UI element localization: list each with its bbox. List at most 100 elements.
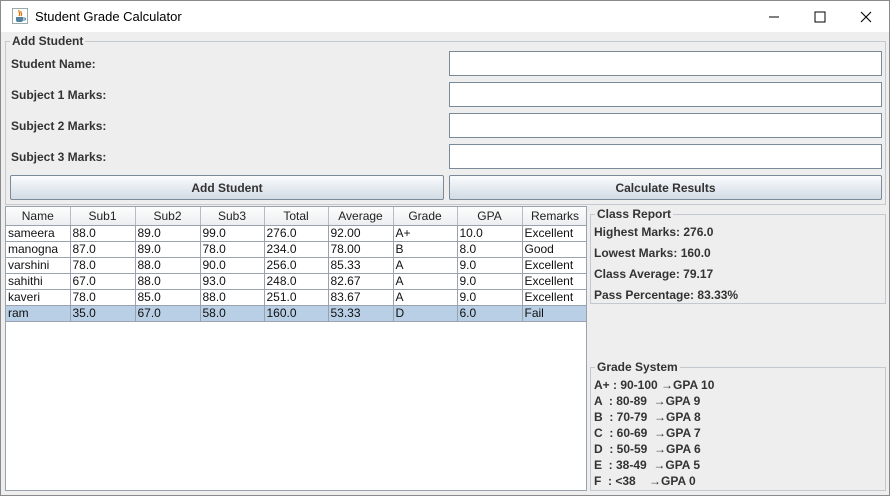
table-cell[interactable]: 88.0 [135,257,201,274]
table-cell[interactable]: Excellent [522,289,586,306]
table-cell[interactable]: Fail [522,305,586,322]
table-cell[interactable]: 53.33 [328,305,394,322]
table-cell[interactable]: 82.67 [328,273,394,290]
table-cell[interactable]: 88.0 [70,225,136,242]
table-row[interactable]: kaveri 78.0 85.0 88.0 251.0 83.67 A 9.0 … [6,289,586,306]
table-cell[interactable]: 92.00 [328,225,394,242]
table-cell[interactable]: sahithi [6,273,71,290]
column-header-gpa[interactable]: GPA [457,207,523,226]
column-header-grade[interactable]: Grade [393,207,458,226]
app-window: Student Grade Calculator Add Student Stu… [0,0,890,496]
subject1-marks-label: Subject 1 Marks: [11,88,107,102]
table-cell[interactable]: 88.0 [135,273,201,290]
column-header-remarks[interactable]: Remarks [522,207,586,226]
table-cell[interactable]: 35.0 [70,305,136,322]
column-header-sub2[interactable]: Sub2 [135,207,201,226]
minimize-button[interactable] [751,1,797,32]
table-cell[interactable]: 88.0 [200,289,265,306]
close-button[interactable] [843,1,889,32]
subject3-marks-label: Subject 3 Marks: [11,150,107,164]
table-cell[interactable]: 8.0 [457,241,523,258]
table-cell[interactable]: 67.0 [70,273,136,290]
table-row[interactable]: sahithi 67.0 88.0 93.0 248.0 82.67 A 9.0… [6,273,586,290]
grade-rule-a-plus: A+ : 90-100 →GPA 10 [594,378,715,392]
subject3-marks-input[interactable] [449,144,882,169]
grade-system-title: Grade System [595,360,680,374]
table-cell[interactable]: 9.0 [457,273,523,290]
table-row[interactable]: sameera 88.0 89.0 99.0 276.0 92.00 A+ 10… [6,225,586,242]
column-header-sub3[interactable]: Sub3 [200,207,265,226]
table-cell[interactable]: 248.0 [264,273,329,290]
table-cell[interactable]: A [393,257,458,274]
column-header-average[interactable]: Average [328,207,394,226]
add-student-panel: Add Student Student Name: Subject 1 Mark… [5,34,886,205]
table-cell[interactable]: 85.33 [328,257,394,274]
table-cell[interactable]: 89.0 [135,225,201,242]
table-cell[interactable]: 276.0 [264,225,329,242]
table-cell[interactable]: 90.0 [200,257,265,274]
student-name-input[interactable] [449,51,882,76]
subject2-marks-label: Subject 2 Marks: [11,119,107,133]
table-cell[interactable]: 256.0 [264,257,329,274]
minimize-icon [769,16,779,17]
table-cell[interactable]: ram [6,305,71,322]
table-row-selected[interactable]: ram 35.0 67.0 58.0 160.0 53.33 D 6.0 Fai… [6,305,586,322]
subject2-marks-input[interactable] [449,113,882,138]
table-row[interactable]: manogna 87.0 89.0 78.0 234.0 78.00 B 8.0… [6,241,586,258]
grade-system-panel: Grade System A+ : 90-100 →GPA 10 A : 80-… [590,360,886,491]
table-cell[interactable]: B [393,241,458,258]
table-cell[interactable]: 78.00 [328,241,394,258]
title-bar[interactable]: Student Grade Calculator [1,1,889,32]
subject1-marks-input[interactable] [449,82,882,107]
grade-rule-b: B : 70-79 →GPA 8 [594,410,701,424]
table-cell[interactable]: 58.0 [200,305,265,322]
calculate-results-button[interactable]: Calculate Results [449,175,882,200]
table-cell[interactable]: sameera [6,225,71,242]
column-header-sub1[interactable]: Sub1 [70,207,136,226]
column-header-name[interactable]: Name [6,207,71,226]
table-cell[interactable]: Good [522,241,586,258]
table-cell[interactable]: 9.0 [457,257,523,274]
student-name-label: Student Name: [11,57,96,71]
table-cell[interactable]: D [393,305,458,322]
table-cell[interactable]: varshini [6,257,71,274]
table-cell[interactable]: 89.0 [135,241,201,258]
table-cell[interactable]: 10.0 [457,225,523,242]
table-cell[interactable]: Excellent [522,257,586,274]
table-cell[interactable]: 85.0 [135,289,201,306]
table-cell[interactable]: 78.0 [200,241,265,258]
table-cell[interactable]: 99.0 [200,225,265,242]
table-row[interactable]: varshini 78.0 88.0 90.0 256.0 85.33 A 9.… [6,257,586,274]
table-cell[interactable]: kaveri [6,289,71,306]
table-cell[interactable]: Excellent [522,225,586,242]
table-cell[interactable]: 67.0 [135,305,201,322]
column-header-total[interactable]: Total [264,207,329,226]
highest-marks-text: Highest Marks: 276.0 [594,225,714,239]
table-cell[interactable]: 93.0 [200,273,265,290]
results-table[interactable]: Name Sub1 Sub2 Sub3 Total Average Grade … [6,207,586,322]
table-cell[interactable]: 87.0 [70,241,136,258]
add-student-button[interactable]: Add Student [10,175,444,200]
table-cell[interactable]: 160.0 [264,305,329,322]
table-cell[interactable]: A [393,289,458,306]
pass-percentage-text: Pass Percentage: 83.33% [594,288,739,302]
table-cell[interactable]: A+ [393,225,458,242]
table-cell[interactable]: Excellent [522,273,586,290]
table-cell[interactable]: 234.0 [264,241,329,258]
table-cell[interactable]: 251.0 [264,289,329,306]
table-cell[interactable]: 83.67 [328,289,394,306]
class-report-panel: Class Report Highest Marks: 276.0 Lowest… [590,207,886,304]
table-cell[interactable]: 9.0 [457,289,523,306]
grade-rule-d: D : 50-59 →GPA 6 [594,442,701,456]
add-student-panel-title: Add Student [10,34,86,48]
maximize-button[interactable] [797,1,843,32]
class-average-text: Class Average: 79.17 [594,267,714,281]
table-cell[interactable]: 78.0 [70,289,136,306]
table-cell[interactable]: manogna [6,241,71,258]
table-cell[interactable]: A [393,273,458,290]
lowest-marks-text: Lowest Marks: 160.0 [594,246,711,260]
results-table-scrollpane[interactable]: Name Sub1 Sub2 Sub3 Total Average Grade … [5,206,587,491]
grade-rule-e: E : 38-49 →GPA 5 [594,458,701,472]
table-cell[interactable]: 78.0 [70,257,136,274]
table-cell[interactable]: 6.0 [457,305,523,322]
